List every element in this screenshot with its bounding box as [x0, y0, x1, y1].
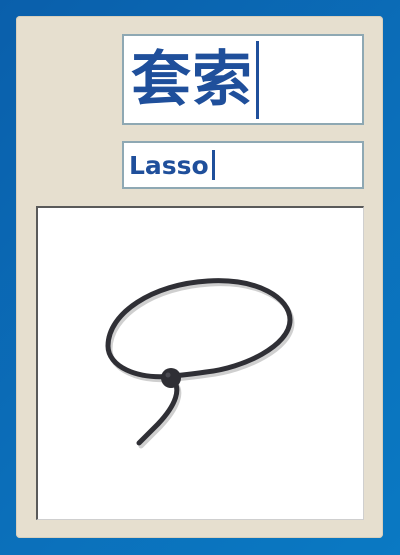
lasso-loop — [105, 278, 293, 380]
drawing-canvas — [36, 206, 364, 520]
lasso-icon — [105, 278, 295, 449]
lasso-rope — [136, 376, 180, 446]
english-word-text: Lasso — [129, 150, 209, 180]
native-word-text: 套索 — [131, 44, 253, 115]
text-cursor — [256, 40, 259, 119]
english-word-field[interactable]: Lasso — [122, 141, 364, 189]
lasso-knot — [161, 368, 181, 388]
text-cursor — [211, 150, 215, 180]
native-word-field[interactable]: 套索 — [122, 34, 364, 125]
